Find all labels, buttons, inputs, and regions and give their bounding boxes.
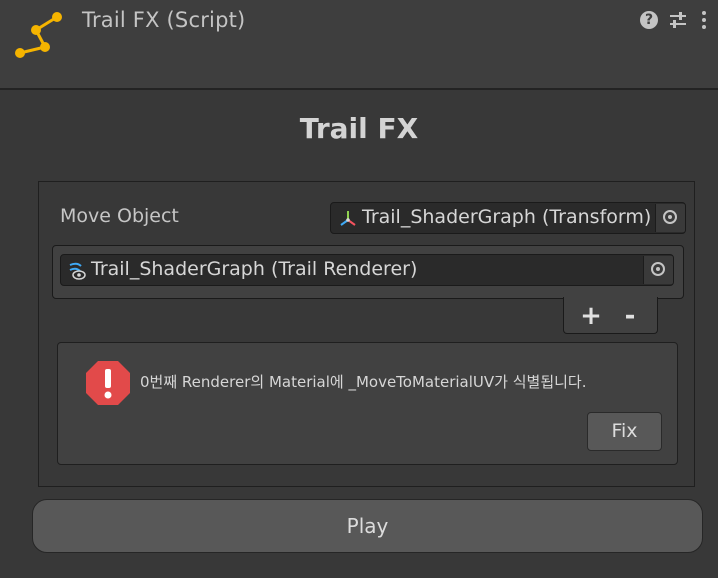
trail-script-icon [15,12,62,58]
add-item-button[interactable]: + [578,302,604,330]
remove-item-button[interactable]: - [617,302,643,330]
page-title: Trail FX [299,112,419,145]
presets-sliders-icon[interactable] [668,10,688,30]
play-button[interactable]: Play [32,499,703,553]
trail-renderer-icon [69,262,86,280]
move-object-field[interactable]: Trail_ShaderGraph (Transform) [330,202,686,234]
kebab-menu-icon[interactable] [694,10,714,30]
renderer-item-value: Trail_ShaderGraph (Trail Renderer) [91,258,418,280]
fix-button[interactable]: Fix [587,412,662,451]
component-title: Trail FX (Script) [82,8,246,32]
renderer-picker-button[interactable] [643,256,673,284]
move-object-label: Move Object [60,205,179,227]
object-picker-button[interactable] [655,204,685,232]
transform-icon [340,211,356,226]
renderer-list-item[interactable]: Trail_ShaderGraph (Trail Renderer) [60,254,674,286]
error-message: 0번째 Renderer의 Material에 _MoveToMaterialU… [140,373,587,391]
error-help-box [57,342,678,465]
error-icon [86,361,130,405]
move-object-value: Trail_ShaderGraph (Transform) [362,206,652,228]
help-icon[interactable]: ? [640,11,658,29]
